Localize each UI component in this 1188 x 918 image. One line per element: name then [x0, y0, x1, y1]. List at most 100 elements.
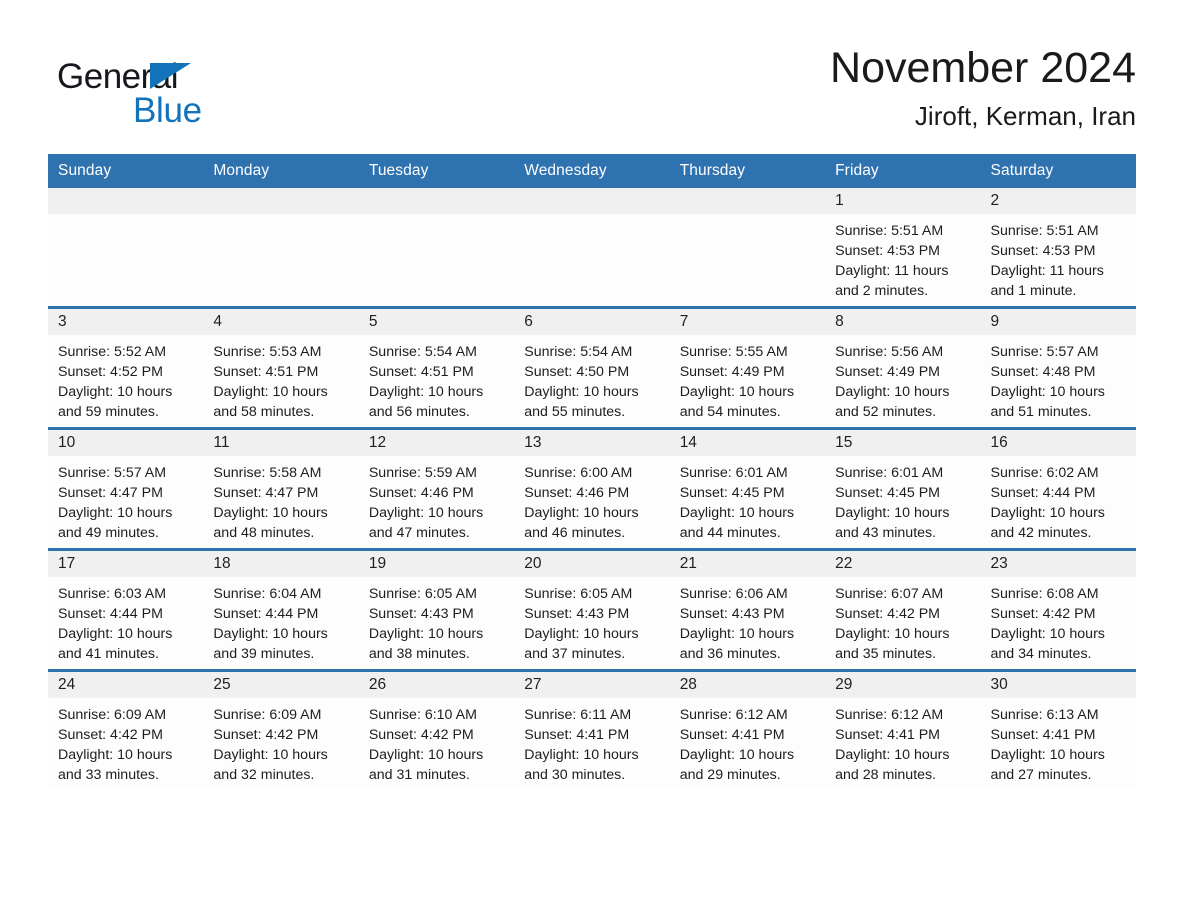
sunset-text: Sunset: 4:42 PM — [368, 727, 474, 744]
day-number: 23 — [980, 551, 1136, 578]
daylight-text: Daylight: 10 hours and 48 minutes. — [213, 505, 328, 542]
sunset-text: Sunset: 4:41 PM — [524, 727, 630, 744]
calendar-day-cell[interactable]: 12 Sunrise: 5:59 AM Sunset: 4:46 PM Dayligh… — [358, 427, 515, 550]
sunrise-sunset-calendar: Sunday Monday Tuesday Wednesday Thursday… — [48, 154, 1136, 791]
calendar-day-cell[interactable]: 3 Sunrise: 5:52 AM Sunset: 4:52 PM Daylight… — [48, 306, 204, 429]
day-details: Sunrise: 5:54 AM Sunset: 4:50 PM Daylight:… — [514, 335, 669, 422]
calendar-day-cell-empty — [514, 188, 670, 308]
sunrise-text: Sunrise: 5:55 AM — [679, 344, 788, 361]
calendar-day-cell[interactable]: 27 Sunrise: 6:11 AM Sunset: 4:41 PM Dayligh… — [514, 669, 670, 791]
calendar-day-cell[interactable]: 7 Sunrise: 5:55 AM Sunset: 4:49 PM Daylight… — [669, 306, 826, 429]
day-number: 19 — [358, 551, 515, 578]
calendar-day-cell[interactable]: 10 Sunrise: 5:57 AM Sunset: 4:47 PM Dayligh… — [48, 427, 204, 550]
calendar-day-cell[interactable]: 26 Sunrise: 6:10 AM Sunset: 4:42 PM Dayligh… — [358, 669, 515, 791]
sunrise-text: Sunrise: 5:58 AM — [213, 465, 322, 482]
sunrise-text: Sunrise: 5:54 AM — [368, 344, 477, 361]
sunset-text: Sunset: 4:49 PM — [679, 364, 785, 381]
sunset-text: Sunset: 4:43 PM — [524, 606, 630, 623]
calendar-day-cell[interactable]: 15 Sunrise: 6:01 AM Sunset: 4:45 PM Dayligh… — [825, 427, 981, 550]
weekday-header-monday: Monday — [203, 154, 359, 189]
calendar-day-cell[interactable]: 11 Sunrise: 5:58 AM Sunset: 4:47 PM Dayligh… — [203, 427, 359, 550]
day-number: 27 — [514, 672, 670, 699]
sunrise-text: Sunrise: 6:07 AM — [835, 586, 944, 603]
sunset-text: Sunset: 4:45 PM — [835, 485, 940, 502]
general-blue-logo[interactable]: General Blue — [57, 46, 317, 130]
sunset-text: Sunset: 4:47 PM — [213, 485, 319, 502]
calendar-day-cell[interactable]: 19 Sunrise: 6:05 AM Sunset: 4:43 PM Dayligh… — [358, 548, 515, 671]
day-details: Sunrise: 6:09 AM Sunset: 4:42 PM Daylight:… — [48, 698, 203, 785]
daylight-text: Daylight: 10 hours and 35 minutes. — [835, 626, 950, 663]
calendar-day-cell[interactable]: 13 Sunrise: 6:00 AM Sunset: 4:46 PM Dayligh… — [514, 427, 670, 550]
day-number: 8 — [825, 309, 981, 336]
daylight-text: Daylight: 10 hours and 33 minutes. — [58, 747, 173, 784]
sunset-text: Sunset: 4:52 PM — [58, 364, 163, 381]
day-details: Sunrise: 6:06 AM Sunset: 4:43 PM Daylight:… — [670, 577, 825, 664]
calendar-day-cell[interactable]: 1 Sunrise: 5:51 AM Sunset: 4:53 PM Daylight… — [825, 188, 981, 308]
title-block: November 2024 Jiroft, Kerman, Iran — [830, 45, 1136, 132]
calendar-day-cell[interactable]: 16 Sunrise: 6:02 AM Sunset: 4:44 PM Dayligh… — [980, 427, 1136, 550]
daylight-text: Daylight: 10 hours and 39 minutes. — [213, 626, 328, 663]
day-details: Sunrise: 5:53 AM Sunset: 4:51 PM Daylight:… — [203, 335, 358, 422]
calendar-day-cell-empty — [669, 188, 826, 308]
calendar-day-cell[interactable]: 18 Sunrise: 6:04 AM Sunset: 4:44 PM Dayligh… — [203, 548, 359, 671]
sunset-text: Sunset: 4:50 PM — [524, 364, 630, 381]
day-number: 30 — [980, 672, 1136, 699]
calendar-day-cell[interactable]: 4 Sunrise: 5:53 AM Sunset: 4:51 PM Daylight… — [203, 306, 359, 429]
day-number: 17 — [48, 551, 204, 578]
calendar-day-cell[interactable]: 28 Sunrise: 6:12 AM Sunset: 4:41 PM Dayligh… — [669, 669, 826, 791]
day-number: 22 — [825, 551, 981, 578]
calendar-day-cell[interactable]: 29 Sunrise: 6:12 AM Sunset: 4:41 PM Dayligh… — [825, 669, 981, 791]
day-number: 13 — [514, 430, 670, 457]
calendar-day-cell[interactable]: 5 Sunrise: 5:54 AM Sunset: 4:51 PM Daylight… — [358, 306, 515, 429]
sunrise-text: Sunrise: 5:53 AM — [213, 344, 322, 361]
calendar-day-cell[interactable]: 21 Sunrise: 6:06 AM Sunset: 4:43 PM Dayligh… — [669, 548, 826, 671]
calendar-day-cell[interactable]: 24 Sunrise: 6:09 AM Sunset: 4:42 PM Dayligh… — [48, 669, 204, 791]
calendar-day-cell[interactable]: 22 Sunrise: 6:07 AM Sunset: 4:42 PM Dayligh… — [825, 548, 981, 671]
sunset-text: Sunset: 4:45 PM — [679, 485, 785, 502]
calendar-day-cell[interactable]: 9 Sunrise: 5:57 AM Sunset: 4:48 PM Daylight… — [980, 306, 1136, 429]
sunrise-text: Sunrise: 5:51 AM — [835, 223, 944, 240]
sunrise-text: Sunrise: 5:59 AM — [368, 465, 477, 482]
calendar-day-cell[interactable]: 2 Sunrise: 5:51 AM Sunset: 4:53 PM Daylight… — [980, 188, 1136, 308]
day-number: 12 — [358, 430, 515, 457]
sunset-text: Sunset: 4:41 PM — [990, 727, 1096, 744]
day-number: 29 — [825, 672, 981, 699]
sunrise-text: Sunrise: 6:01 AM — [835, 465, 944, 482]
day-details: Sunrise: 5:51 AM Sunset: 4:53 PM Daylight:… — [825, 214, 980, 301]
sunrise-text: Sunrise: 6:09 AM — [213, 707, 322, 724]
day-number: 10 — [48, 430, 204, 457]
day-details: Sunrise: 5:57 AM Sunset: 4:47 PM Daylight:… — [48, 456, 203, 543]
day-details: Sunrise: 5:51 AM Sunset: 4:53 PM Daylight:… — [981, 214, 1136, 301]
calendar-day-cell[interactable]: 8 Sunrise: 5:56 AM Sunset: 4:49 PM Daylight… — [825, 306, 981, 429]
weekday-header-wednesday: Wednesday — [514, 154, 670, 189]
sunset-text: Sunset: 4:53 PM — [835, 243, 940, 260]
day-details: Sunrise: 6:12 AM Sunset: 4:41 PM Daylight:… — [825, 698, 980, 785]
sunset-text: Sunset: 4:44 PM — [990, 485, 1096, 502]
calendar-day-cell[interactable]: 23 Sunrise: 6:08 AM Sunset: 4:42 PM Dayligh… — [980, 548, 1136, 671]
calendar-day-cell[interactable]: 6 Sunrise: 5:54 AM Sunset: 4:50 PM Daylight… — [514, 306, 670, 429]
day-number: 3 — [48, 309, 204, 336]
day-details: Sunrise: 6:12 AM Sunset: 4:41 PM Daylight:… — [670, 698, 825, 785]
day-details: Sunrise: 6:10 AM Sunset: 4:42 PM Daylight:… — [359, 698, 514, 785]
day-details: Sunrise: 5:55 AM Sunset: 4:49 PM Daylight:… — [670, 335, 825, 422]
day-details: Sunrise: 5:52 AM Sunset: 4:52 PM Daylight:… — [48, 335, 203, 422]
calendar-day-cell[interactable]: 20 Sunrise: 6:05 AM Sunset: 4:43 PM Dayligh… — [514, 548, 670, 671]
day-details: Sunrise: 6:01 AM Sunset: 4:45 PM Daylight:… — [670, 456, 825, 543]
day-number: 16 — [980, 430, 1136, 457]
calendar-day-cell[interactable]: 25 Sunrise: 6:09 AM Sunset: 4:42 PM Dayligh… — [203, 669, 359, 791]
sunset-text: Sunset: 4:43 PM — [679, 606, 785, 623]
day-number: 20 — [514, 551, 670, 578]
sunset-text: Sunset: 4:42 PM — [58, 727, 163, 744]
calendar-day-cell[interactable]: 17 Sunrise: 6:03 AM Sunset: 4:44 PM Dayligh… — [48, 548, 204, 671]
day-number: 2 — [980, 188, 1136, 215]
day-details: Sunrise: 6:01 AM Sunset: 4:45 PM Daylight:… — [825, 456, 980, 543]
day-number: 25 — [203, 672, 359, 699]
sunset-text: Sunset: 4:46 PM — [368, 485, 474, 502]
daylight-text: Daylight: 10 hours and 46 minutes. — [524, 505, 639, 542]
logo-text-blue: Blue — [133, 91, 202, 130]
sunset-text: Sunset: 4:43 PM — [368, 606, 474, 623]
calendar-day-cell[interactable]: 30 Sunrise: 6:13 AM Sunset: 4:41 PM Dayligh… — [980, 669, 1136, 791]
calendar-week-row: 3 Sunrise: 5:52 AM Sunset: 4:52 PM Daylight… — [48, 306, 1136, 429]
sunrise-text: Sunrise: 6:05 AM — [368, 586, 477, 603]
calendar-day-cell[interactable]: 14 Sunrise: 6:01 AM Sunset: 4:45 PM Dayligh… — [669, 427, 826, 550]
